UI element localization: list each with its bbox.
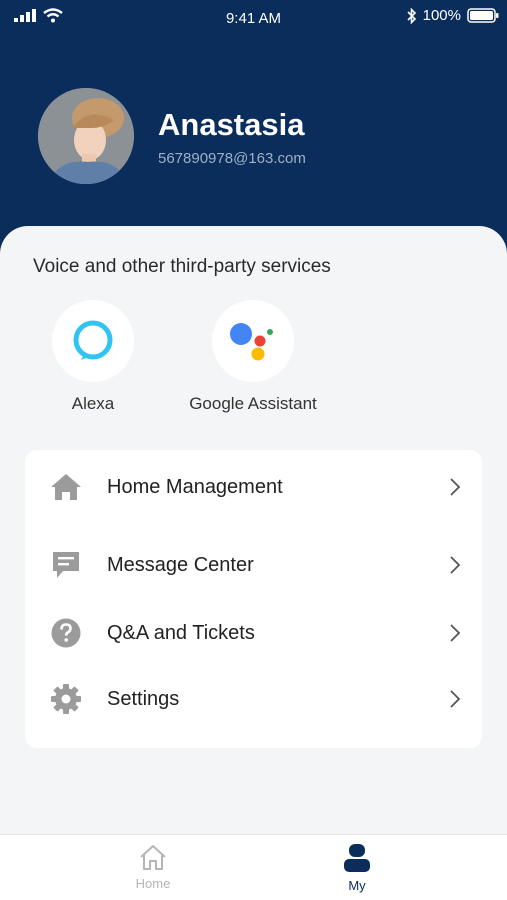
status-bar: 9:41 AM 100% [0, 0, 507, 34]
service-alexa[interactable]: Alexa [18, 300, 168, 414]
tab-home[interactable]: Home [103, 843, 203, 891]
question-icon [51, 618, 81, 648]
status-right: 100% [407, 7, 499, 24]
google-assistant-icon-circle[interactable] [212, 300, 294, 382]
user-name: Anastasia [158, 106, 305, 142]
menu-item-message-center[interactable]: Message Center [25, 532, 482, 598]
chevron-right-icon [450, 556, 461, 574]
menu-icon-wrap [49, 470, 83, 504]
menu-item-home-management[interactable]: Home Management [25, 454, 482, 520]
message-icon [53, 552, 79, 578]
menu-icon-wrap [49, 682, 83, 716]
battery-icon [467, 8, 499, 23]
google-assistant-icon [230, 323, 273, 361]
person-icon [344, 844, 370, 872]
chevron-right-icon [450, 624, 461, 642]
menu-icon-wrap [49, 616, 83, 650]
tab-label-my: My [348, 878, 366, 893]
service-label-google-assistant: Google Assistant [189, 394, 317, 413]
menu-label-message-center: Message Center [107, 553, 254, 576]
user-email: 567890978@163.com [158, 149, 306, 167]
battery-percent: 100% [422, 7, 461, 24]
avatar[interactable] [38, 88, 134, 184]
home-outline-icon [140, 845, 166, 870]
menu-label-settings: Settings [107, 687, 180, 710]
chevron-right-icon [450, 478, 461, 496]
tab-label-home: Home [135, 876, 171, 891]
service-label-alexa: Alexa [71, 394, 115, 413]
menu-label-qa-tickets: Q&A and Tickets [107, 621, 255, 644]
alexa-icon-circle[interactable] [52, 300, 134, 382]
alexa-icon [73, 320, 113, 360]
profile-block[interactable]: Anastasia 567890978@163.com [38, 88, 306, 184]
menu-label-home-management: Home Management [107, 475, 283, 498]
menu-card: Home Management Message Center Q&A and T… [25, 450, 482, 748]
chevron-right-icon [450, 690, 461, 708]
menu-item-qa-tickets[interactable]: Q&A and Tickets [25, 600, 482, 666]
bluetooth-icon [407, 7, 416, 24]
home-icon [51, 474, 81, 500]
menu-icon-wrap [49, 548, 83, 582]
content-panel: Voice and other third-party services Ale… [0, 226, 507, 834]
profile-text: Anastasia 567890978@163.com [158, 106, 306, 167]
services-section-title: Voice and other third-party services [33, 256, 331, 277]
service-google-assistant[interactable]: Google Assistant [178, 300, 328, 414]
menu-item-settings[interactable]: Settings [25, 666, 482, 732]
tab-my[interactable]: My [307, 843, 407, 893]
gear-icon [51, 684, 81, 714]
tab-bar: Home My [0, 834, 507, 900]
